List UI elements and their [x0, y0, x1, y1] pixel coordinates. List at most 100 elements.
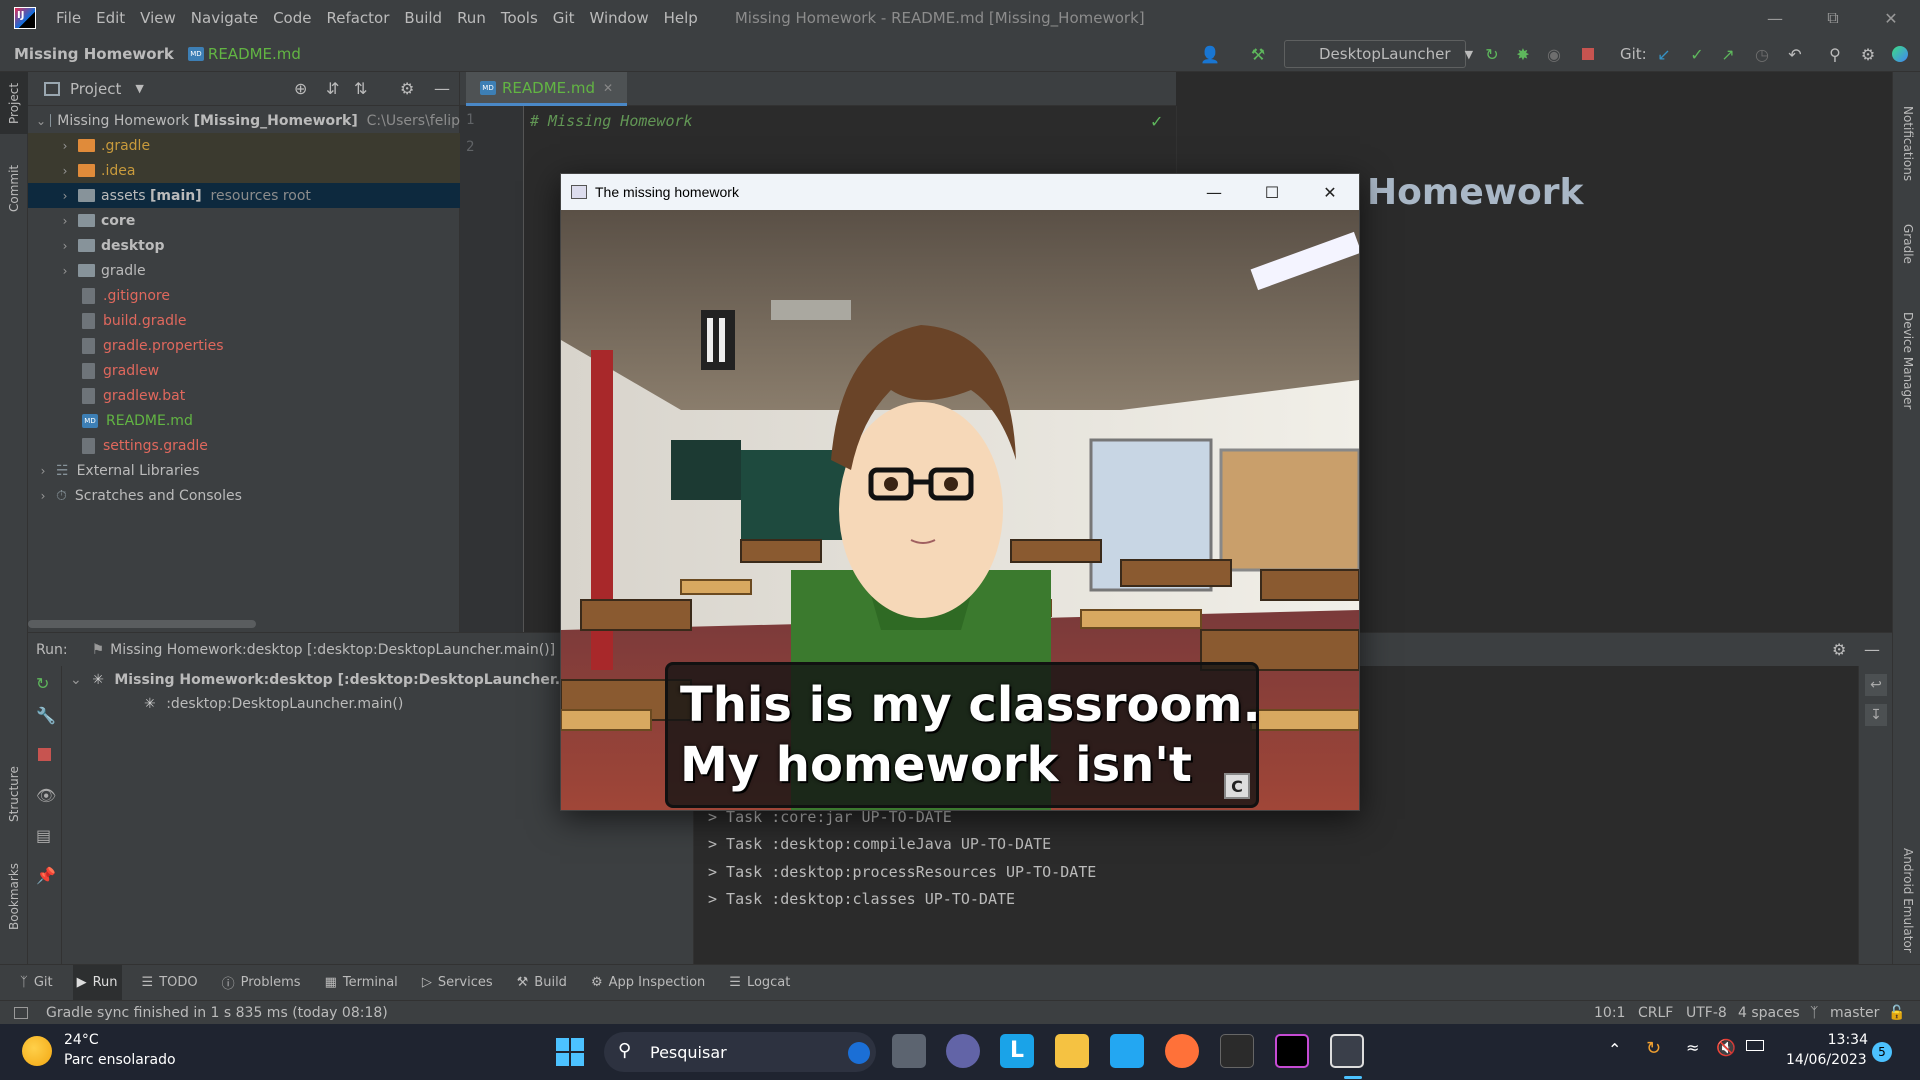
tool-tab-logcat[interactable]: ☰ Logcat: [725, 965, 794, 1001]
tool-tab-problems[interactable]: ⓘ Problems: [218, 965, 305, 1001]
game-close-button[interactable]: ✕: [1301, 174, 1359, 210]
menu-git[interactable]: Git: [553, 9, 575, 27]
start-windows-icon[interactable]: [556, 1038, 584, 1066]
eye-icon[interactable]: 👁: [36, 786, 56, 805]
rerun-icon[interactable]: ↻: [1482, 44, 1502, 64]
tree-item-desktop[interactable]: › desktop: [28, 233, 460, 258]
right-tab-notifications[interactable]: Notifications: [1901, 106, 1915, 181]
search-icon[interactable]: ⚲: [1825, 44, 1845, 64]
settings-gear-icon[interactable]: ⚙: [1832, 640, 1846, 659]
weather-description[interactable]: Parc ensolarado: [64, 1052, 176, 1068]
intellij-logo-icon[interactable]: [14, 7, 36, 29]
close-button[interactable]: ✕: [1862, 0, 1920, 36]
clock-time[interactable]: 13:34: [1812, 1032, 1868, 1048]
tree-item-gradle-cache[interactable]: › .gradle: [28, 133, 460, 158]
tree-item-gradle[interactable]: › gradle: [28, 258, 460, 283]
game-window-titlebar[interactable]: The missing homework — ☐ ✕: [561, 174, 1359, 210]
status-panel-icon[interactable]: [14, 1006, 28, 1019]
rerun-icon[interactable]: ↻: [36, 674, 49, 693]
right-tab-gradle[interactable]: Gradle: [1901, 224, 1915, 264]
git-branch[interactable]: master: [1830, 1005, 1879, 1021]
file-encoding[interactable]: UTF-8: [1686, 1005, 1727, 1021]
tree-root[interactable]: ⌄ Missing Homework [Missing_Homework] C:…: [28, 108, 460, 133]
teams-icon[interactable]: [946, 1034, 980, 1068]
scroll-to-end-icon[interactable]: ↧: [1865, 704, 1887, 726]
tree-item-core[interactable]: › core: [28, 208, 460, 233]
menu-build[interactable]: Build: [404, 9, 442, 27]
game-window-taskbar-icon[interactable]: [1330, 1034, 1364, 1068]
intellij-taskbar-icon[interactable]: [1275, 1034, 1309, 1068]
build-hammer-icon[interactable]: ⚒: [1248, 44, 1268, 64]
hide-panel-icon[interactable]: —: [434, 79, 450, 98]
soft-wrap-icon[interactable]: ↩: [1865, 674, 1887, 696]
settings-gear-icon[interactable]: ⚙: [400, 79, 414, 98]
right-tab-android-emulator[interactable]: Android Emulator: [1901, 848, 1915, 953]
history-icon[interactable]: ◷: [1752, 44, 1772, 64]
left-tab-bookmarks[interactable]: Bookmarks: [7, 863, 21, 930]
run-configuration-select[interactable]: DesktopLauncher ▼: [1284, 40, 1473, 68]
wrench-icon[interactable]: 🔧: [36, 706, 56, 725]
l-app-icon[interactable]: L: [1000, 1034, 1034, 1068]
breadcrumb-file[interactable]: README.md: [208, 45, 301, 63]
profile-icon[interactable]: ◉: [1544, 44, 1564, 64]
tool-tab-app-inspection[interactable]: ⚙ App Inspection: [587, 965, 709, 1001]
tree-item-gradle-properties[interactable]: gradle.properties: [28, 333, 460, 358]
stop-icon[interactable]: [38, 748, 51, 761]
pin-icon[interactable]: 📌: [36, 866, 56, 885]
layout-icon[interactable]: ▤: [36, 826, 51, 845]
dialog-box[interactable]: This is my classroom. My homework isn't …: [665, 662, 1261, 808]
tool-tab-git[interactable]: ᛉ Git: [16, 965, 57, 1001]
weather-sun-icon[interactable]: [22, 1036, 52, 1066]
inspection-ok-icon[interactable]: ✓: [1150, 112, 1163, 131]
breadcrumb-project[interactable]: Missing Homework: [14, 45, 174, 63]
menu-file[interactable]: File: [56, 9, 81, 27]
battery-icon[interactable]: [1746, 1040, 1764, 1051]
left-tab-structure[interactable]: Structure: [7, 766, 21, 822]
vscode-icon[interactable]: [1110, 1034, 1144, 1068]
run-tree-child[interactable]: ✳ :desktop:DesktopLauncher.main(): [144, 696, 403, 712]
right-tab-device-manager[interactable]: Device Manager: [1901, 312, 1915, 409]
tab-readme[interactable]: MD README.md ✕: [466, 72, 628, 106]
project-view-title[interactable]: Project: [70, 80, 121, 98]
wifi-icon[interactable]: ≈: [1686, 1038, 1699, 1057]
code-line[interactable]: # Missing Homework: [530, 112, 693, 130]
firefox-icon[interactable]: [1165, 1034, 1199, 1068]
minimize-button[interactable]: —: [1746, 0, 1804, 36]
hide-panel-icon[interactable]: —: [1864, 640, 1880, 659]
tree-item-idea[interactable]: › .idea: [28, 158, 460, 183]
game-scene[interactable]: This is my classroom. My homework isn't …: [561, 210, 1359, 810]
caret-position[interactable]: 10:1: [1594, 1005, 1625, 1021]
tree-item-external-libraries[interactable]: › ☵ External Libraries: [28, 458, 460, 483]
git-commit-icon[interactable]: ✓: [1687, 44, 1707, 64]
tool-tab-terminal[interactable]: ▦ Terminal: [321, 965, 402, 1001]
menu-edit[interactable]: Edit: [96, 9, 125, 27]
sync-icon[interactable]: ↻: [1646, 1038, 1661, 1059]
tree-item-scratches[interactable]: › ⏱ Scratches and Consoles: [28, 483, 460, 508]
debug-icon[interactable]: ✸: [1513, 44, 1533, 64]
left-tab-commit[interactable]: Commit: [7, 165, 21, 212]
lock-icon[interactable]: 🔓: [1888, 1005, 1905, 1021]
taskbar-search[interactable]: ⚲ Pesquisar: [604, 1032, 876, 1072]
left-tab-project[interactable]: Project: [7, 83, 21, 124]
volume-muted-icon[interactable]: 🔇: [1716, 1038, 1736, 1057]
menu-run[interactable]: Run: [457, 9, 486, 27]
tree-item-build-gradle[interactable]: build.gradle: [28, 308, 460, 333]
tree-item-assets[interactable]: › assets [main] resources root: [28, 183, 460, 208]
tree-item-gitignore[interactable]: .gitignore: [28, 283, 460, 308]
locate-icon[interactable]: ⊕: [294, 79, 307, 98]
status-message[interactable]: Gradle sync finished in 1 s 835 ms (toda…: [46, 1005, 388, 1021]
line-separator[interactable]: CRLF: [1638, 1005, 1673, 1021]
stop-icon[interactable]: [1578, 44, 1598, 64]
game-maximize-button[interactable]: ☐: [1243, 174, 1301, 210]
indent-setting[interactable]: 4 spaces: [1738, 1005, 1800, 1021]
menu-refactor[interactable]: Refactor: [326, 9, 389, 27]
user-icon[interactable]: 👤: [1200, 44, 1220, 64]
run-tree-root[interactable]: ⌄ ✳ Missing Homework:desktop [:desktop:D…: [70, 672, 618, 688]
tree-item-readme[interactable]: MD README.md: [28, 408, 460, 433]
menu-view[interactable]: View: [140, 9, 176, 27]
task-view-icon[interactable]: [892, 1034, 926, 1068]
game-minimize-button[interactable]: —: [1185, 174, 1243, 210]
menu-tools[interactable]: Tools: [501, 9, 538, 27]
tree-item-gradlew-bat[interactable]: gradlew.bat: [28, 383, 460, 408]
weather-temperature[interactable]: 24°C: [64, 1032, 99, 1048]
